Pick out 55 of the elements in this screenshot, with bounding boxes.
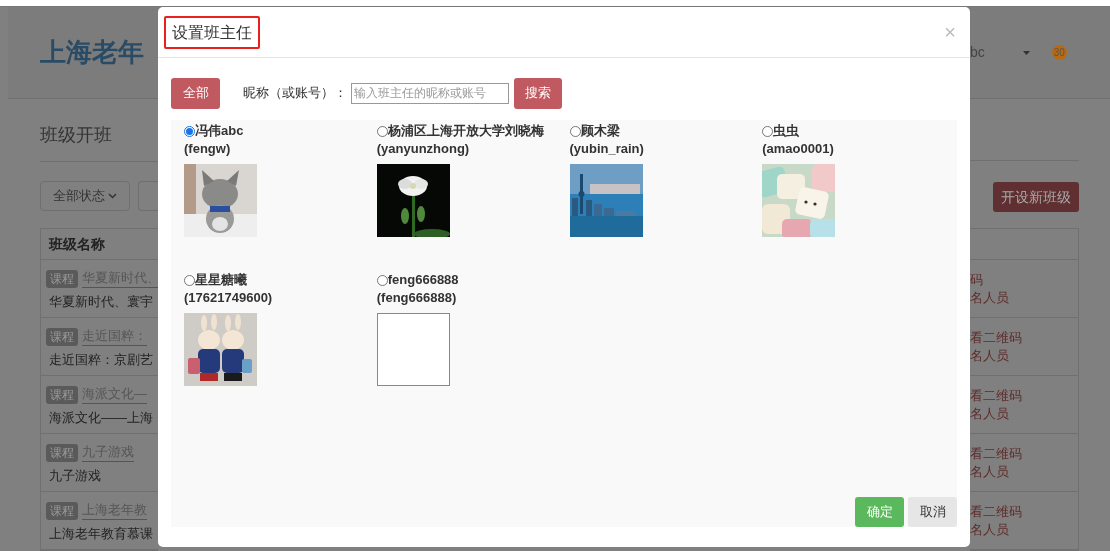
teacher-account: (17621749600) — [184, 289, 273, 307]
radio-button[interactable] — [762, 125, 774, 137]
teacher-account: (amao0001) — [762, 140, 834, 158]
course-tag: 课程 — [46, 501, 78, 520]
search-button[interactable]: 搜索 — [514, 77, 562, 109]
page-title: 班级开班 — [40, 124, 113, 147]
site-title: 上海老年 — [40, 36, 144, 69]
teacher-option[interactable]: 杨浦区上海开放大学刘晓梅 — [376, 122, 544, 140]
class-name: 海派文化——上海 — [48, 409, 154, 427]
teacher-option[interactable]: 星星糖曦 — [184, 271, 247, 289]
teacher-account: (yubin_rain) — [569, 140, 644, 158]
confirm-button[interactable]: 确定 — [855, 497, 904, 527]
close-button[interactable]: × — [944, 22, 956, 42]
status-select[interactable]: 全部状态 — [40, 181, 130, 211]
course-tag: 课程 — [46, 443, 78, 462]
teacher-option[interactable]: 虫虫 — [762, 122, 800, 140]
radio-button[interactable] — [569, 125, 581, 137]
teacher-account: (yanyunzhong) — [376, 140, 470, 158]
user-name: bc — [970, 43, 985, 63]
class-name: 华夏新时代、寰宇 — [48, 293, 154, 311]
action-link[interactable]: 名人员 — [970, 288, 1078, 307]
teacher-account: (feng666888) — [376, 289, 457, 307]
chevron-down-icon — [108, 193, 117, 199]
radio-button[interactable] — [376, 125, 388, 137]
action-link[interactable]: 看二维码 — [970, 328, 1078, 347]
teacher-option[interactable]: 顾木梁 — [569, 122, 620, 140]
action-link[interactable]: 名人员 — [970, 404, 1078, 423]
cancel-button[interactable]: 取消 — [908, 497, 957, 527]
action-link[interactable]: 看二维码 — [970, 444, 1078, 463]
notification-badge: 30 — [1051, 45, 1067, 61]
course-tag: 课程 — [46, 385, 78, 404]
action-link[interactable]: 名人员 — [970, 346, 1078, 365]
radio-button[interactable] — [184, 274, 195, 286]
caret-icon — [1022, 50, 1030, 55]
action-link[interactable]: 看二维码 — [970, 502, 1078, 521]
column-header: 班级名称 — [49, 234, 105, 254]
radio-button[interactable] — [184, 125, 195, 137]
course-tag: 课程 — [46, 327, 78, 346]
action-link[interactable]: 码 — [970, 270, 1078, 289]
radio-button[interactable] — [376, 274, 388, 286]
teacher-account: (fengw) — [184, 140, 231, 158]
search-field[interactable]: 输入班主任的昵称或账号 — [351, 82, 509, 104]
new-class-button[interactable]: 开设新班级 — [993, 182, 1079, 212]
action-link[interactable]: 看二维码 — [970, 386, 1078, 405]
action-link[interactable]: 名人员 — [970, 520, 1078, 539]
action-link[interactable]: 名人员 — [970, 462, 1078, 481]
teacher-option[interactable]: feng666888 — [376, 271, 459, 289]
dialog-title: 设置班主任 — [164, 15, 260, 49]
class-name: 走近国粹：京剧艺 — [48, 351, 154, 369]
course-tag: 课程 — [46, 269, 78, 288]
search-label: 昵称（或账号）： — [243, 84, 347, 103]
all-button[interactable]: 全部 — [171, 77, 220, 109]
teacher-option[interactable]: 冯伟abc — [184, 122, 244, 140]
class-name: 上海老年教育慕课 — [48, 525, 154, 543]
class-name: 九子游戏 — [48, 467, 102, 485]
